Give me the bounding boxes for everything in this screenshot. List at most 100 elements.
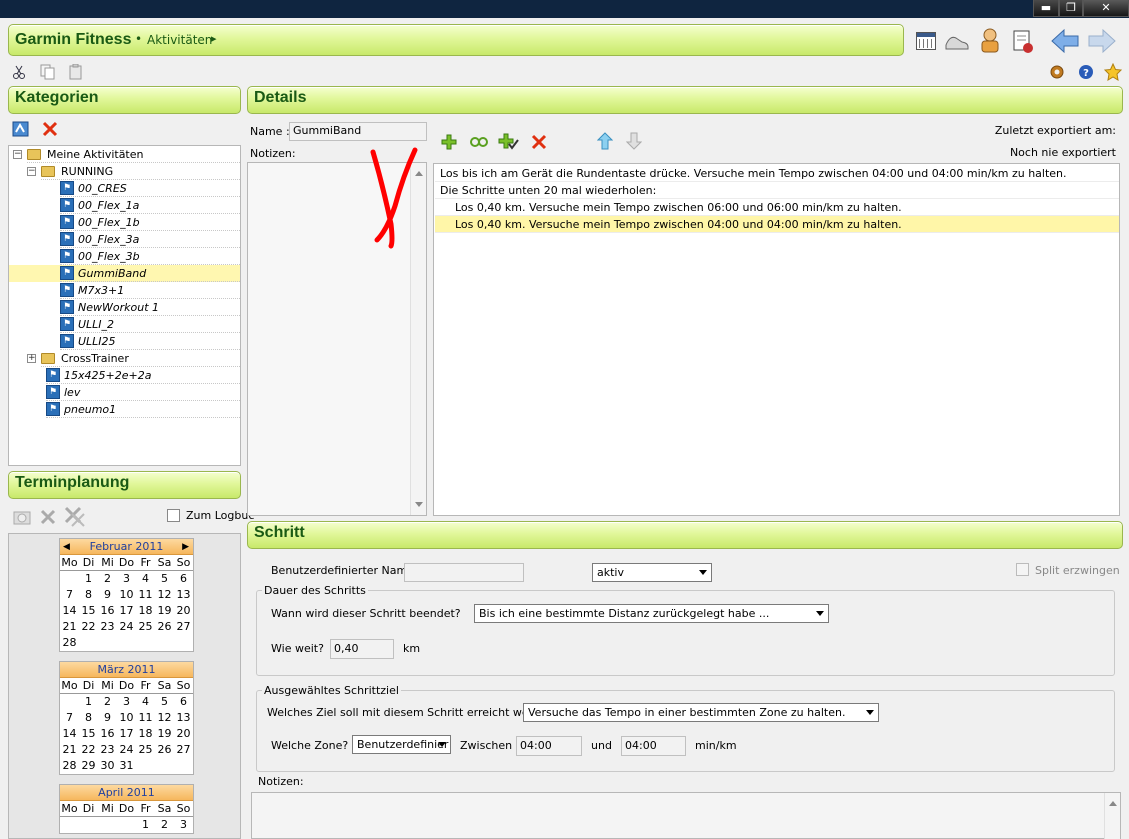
calendar-day[interactable]: 10: [117, 587, 136, 603]
calendar-day[interactable]: 19: [155, 726, 174, 742]
expand-icon[interactable]: +: [27, 354, 36, 363]
delete-step-icon[interactable]: [531, 134, 547, 150]
pace-from-input[interactable]: 04:00: [516, 736, 582, 756]
calendar-day[interactable]: 20: [174, 603, 193, 619]
name-input[interactable]: GummiBand: [289, 122, 427, 141]
calendar-day[interactable]: 15: [79, 726, 98, 742]
help-icon[interactable]: ?: [1078, 64, 1094, 80]
calendar-day[interactable]: 12: [155, 710, 174, 726]
back-arrow-icon[interactable]: [1050, 28, 1080, 54]
restore-button[interactable]: ❐: [1059, 0, 1083, 17]
pace-to-input[interactable]: 04:00: [621, 736, 686, 756]
calendar-day[interactable]: 4: [136, 571, 155, 587]
calendar-day[interactable]: 28: [60, 758, 79, 774]
calendar-day[interactable]: 31: [117, 758, 136, 774]
calendar-day[interactable]: 17: [117, 726, 136, 742]
calendar-day[interactable]: 26: [155, 619, 174, 635]
step-row[interactable]: Los bis ich am Gerät die Rundentaste drü…: [435, 165, 1119, 182]
favorite-star-icon[interactable]: [1104, 63, 1122, 81]
minimize-button[interactable]: ▬: [1033, 0, 1059, 17]
split-checkbox[interactable]: [1016, 563, 1029, 576]
report-icon[interactable]: [1011, 29, 1035, 54]
calendar-day[interactable]: 5: [155, 694, 174, 710]
step-notes-scrollbar[interactable]: [1104, 793, 1120, 839]
calendar-day[interactable]: 22: [79, 619, 98, 635]
collapse-icon[interactable]: −: [27, 167, 36, 176]
schedule-icon[interactable]: [12, 508, 32, 526]
tree-item[interactable]: ⚑ lev: [9, 384, 240, 401]
calendar-day[interactable]: 2: [155, 817, 174, 833]
calendar-day[interactable]: 23: [98, 619, 117, 635]
calendar-day[interactable]: 1: [136, 817, 155, 833]
category-tree[interactable]: − Meine Aktivitäten − RUNNING ⚑ 00_CRES ⚑ 00_Fl…: [8, 145, 241, 466]
copy-icon[interactable]: [40, 64, 56, 80]
calendar-day[interactable]: 7: [60, 587, 79, 603]
tree-item[interactable]: − Meine Aktivitäten: [9, 146, 240, 163]
breadcrumb-chevron-icon[interactable]: ▸: [211, 32, 217, 45]
calendar-day[interactable]: 4: [136, 694, 155, 710]
calendar-day[interactable]: 5: [155, 571, 174, 587]
calendar-day[interactable]: 16: [98, 726, 117, 742]
calendar-day[interactable]: 3: [117, 571, 136, 587]
calendar-day[interactable]: 7: [60, 710, 79, 726]
step-row[interactable]: Los 0,40 km. Versuche mein Tempo zwische…: [435, 216, 1119, 233]
calendar-day[interactable]: 9: [98, 710, 117, 726]
tree-item[interactable]: ⚑ 00_Flex_1a: [9, 197, 240, 214]
month-calendar[interactable]: Februar 2011 ◀ ▶ Mo Di Mi Do Fr Sa So 1 2 3 4 5 6 7 8 9 10 1…: [59, 538, 194, 652]
tree-item[interactable]: ⚑ GummiBand: [9, 265, 240, 282]
tree-item[interactable]: ⚑ ULLI_2: [9, 316, 240, 333]
tree-item[interactable]: ⚑ pneumo1: [9, 401, 240, 418]
calendar-day[interactable]: 8: [79, 587, 98, 603]
add-step-check-icon[interactable]: [498, 132, 520, 152]
settings-gear-icon[interactable]: [1049, 64, 1065, 80]
custom-name-input[interactable]: [404, 563, 524, 582]
tree-item[interactable]: ⚑ M7x3+1: [9, 282, 240, 299]
add-repeat-icon[interactable]: [469, 134, 489, 150]
shoe-icon[interactable]: [944, 30, 970, 52]
tree-item[interactable]: ⚑ 00_Flex_3b: [9, 248, 240, 265]
collapse-icon[interactable]: −: [13, 150, 22, 159]
calendar-icon[interactable]: [916, 32, 936, 50]
step-row[interactable]: Los 0,40 km. Versuche mein Tempo zwische…: [435, 199, 1119, 216]
calendar-day[interactable]: 21: [60, 742, 79, 758]
calendar-day[interactable]: 14: [60, 603, 79, 619]
calendar-day[interactable]: 3: [174, 817, 193, 833]
calendar-day[interactable]: 9: [98, 587, 117, 603]
calendar-day[interactable]: 1: [79, 694, 98, 710]
end-condition-select[interactable]: Bis ich eine bestimmte Distanz zurückgel…: [474, 604, 829, 623]
distance-input[interactable]: 0,40: [330, 639, 394, 659]
next-month-icon[interactable]: ▶: [182, 539, 189, 555]
paste-icon[interactable]: [68, 64, 84, 80]
delete-category-icon[interactable]: [42, 121, 58, 137]
step-row[interactable]: Die Schritte unten 20 mal wiederholen:: [435, 182, 1119, 199]
month-calendar[interactable]: März 2011 Mo Di Mi Do Fr Sa So 1 2 3 4 5 6 7 8 9 10 11 12 13…: [59, 661, 194, 775]
step-notes-field[interactable]: [251, 792, 1121, 839]
move-up-icon[interactable]: [597, 132, 613, 150]
calendar-day[interactable]: 20: [174, 726, 193, 742]
tree-item[interactable]: ⚑ NewWorkout 1: [9, 299, 240, 316]
calendar-day[interactable]: 24: [117, 742, 136, 758]
steps-list[interactable]: Los bis ich am Gerät die Rundentaste drü…: [433, 163, 1120, 516]
zone-select[interactable]: Benutzerdefinier: [352, 735, 451, 754]
calendar-day[interactable]: 28: [60, 635, 79, 651]
target-select[interactable]: Versuche das Tempo in einer bestimmten Z…: [523, 703, 879, 722]
move-down-icon[interactable]: [626, 132, 642, 150]
calendar-day[interactable]: 22: [79, 742, 98, 758]
calendar-day[interactable]: 17: [117, 603, 136, 619]
calendar-day[interactable]: 11: [136, 587, 155, 603]
tree-item[interactable]: ⚑ 15x425+2e+2a: [9, 367, 240, 384]
calendar-day[interactable]: 3: [117, 694, 136, 710]
add-category-icon[interactable]: [12, 120, 30, 138]
calendar-day[interactable]: 1: [79, 571, 98, 587]
tree-item[interactable]: − RUNNING: [9, 163, 240, 180]
month-title[interactable]: April 2011: [98, 786, 155, 799]
calendar-day[interactable]: 27: [174, 619, 193, 635]
calendar-day[interactable]: 8: [79, 710, 98, 726]
calendar-day[interactable]: 11: [136, 710, 155, 726]
calendar-day[interactable]: 21: [60, 619, 79, 635]
calendar-day[interactable]: 23: [98, 742, 117, 758]
add-step-icon[interactable]: [441, 134, 457, 150]
close-button[interactable]: ✕: [1083, 0, 1129, 17]
calendar-day[interactable]: 19: [155, 603, 174, 619]
calendar-day[interactable]: 14: [60, 726, 79, 742]
